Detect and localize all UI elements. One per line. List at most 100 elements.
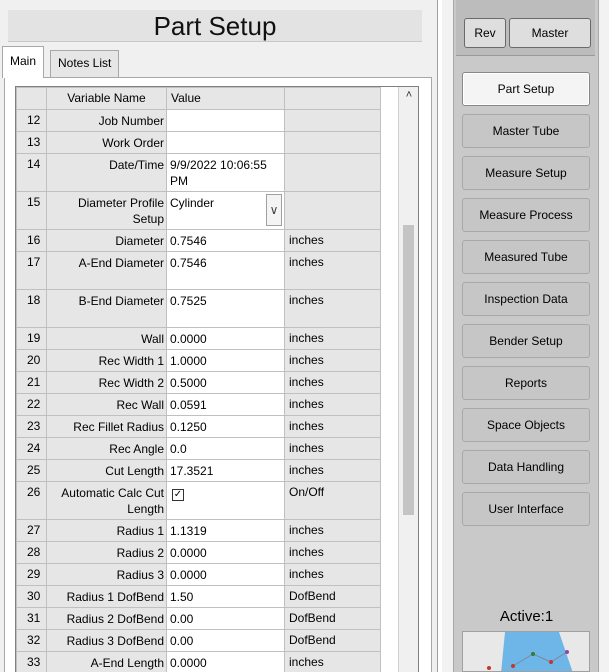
scrollbar-thumb[interactable] <box>403 225 414 515</box>
nav-button-part-setup[interactable]: Part Setup <box>462 72 590 106</box>
nav-button-measure-setup[interactable]: Measure Setup <box>462 156 590 190</box>
table-row: 30 Radius 1 DofBend 1.50 DofBend <box>16 585 381 608</box>
row-number-cell: 16 <box>16 229 47 252</box>
value-cell[interactable]: 0.0000 <box>166 541 285 564</box>
unit-cell: inches <box>284 327 381 350</box>
nav-button-data-handling[interactable]: Data Handling <box>462 450 590 484</box>
unit-cell: On/Off <box>284 481 381 520</box>
table-row: 17 A-End Diameter 0.7546 inches <box>16 251 381 290</box>
tab-notes-list[interactable]: Notes List <box>50 50 120 78</box>
value-cell[interactable]: 0.0000 <box>166 327 285 350</box>
table-row: 29 Radius 3 0.0000 inches <box>16 563 381 586</box>
value-cell[interactable]: 0.00 <box>166 629 285 652</box>
nav-button-measured-tube[interactable]: Measured Tube <box>462 240 590 274</box>
variable-name-cell: Wall <box>46 327 167 350</box>
variable-name-cell: Diameter <box>46 229 167 252</box>
unit-cell: inches <box>284 371 381 394</box>
master-button[interactable]: Master <box>509 18 591 48</box>
tube-preview-thumbnail[interactable] <box>462 631 590 672</box>
value-cell[interactable]: 9/9/2022 10:06:55 PM <box>166 153 285 192</box>
header-unit <box>284 87 381 110</box>
value-text: 0.00 <box>170 634 194 648</box>
value-cell[interactable] <box>166 131 285 154</box>
value-text: 0.0 <box>170 442 187 456</box>
row-number-cell: 29 <box>16 563 47 586</box>
value-text: 0.7525 <box>170 294 207 308</box>
row-number-cell: 26 <box>16 481 47 520</box>
value-cell[interactable]: 1.1319 <box>166 519 285 542</box>
value-cell[interactable]: 1.0000 <box>166 349 285 372</box>
value-cell[interactable]: 0.0000 <box>166 563 285 586</box>
splitter[interactable] <box>442 0 453 672</box>
variable-name-cell: Radius 1 <box>46 519 167 542</box>
value-cell[interactable]: 1.50 <box>166 585 285 608</box>
nav-button-master-tube[interactable]: Master Tube <box>462 114 590 148</box>
page-title: Part Setup <box>153 11 277 41</box>
table-body: 12 Job Number 13 Work Order 14 Date/Time 9/9/2… <box>16 109 381 672</box>
value-text: Cylinder <box>170 196 215 210</box>
rev-button[interactable]: Rev <box>464 18 506 48</box>
unit-cell: inches <box>284 349 381 372</box>
value-cell[interactable]: 0.5000 <box>166 371 285 394</box>
variable-name-cell: Rec Width 2 <box>46 371 167 394</box>
nav-button-user-interface[interactable]: User Interface <box>462 492 590 526</box>
value-text: 0.7546 <box>170 256 207 270</box>
variable-name-cell: Diameter Profile Setup <box>46 191 167 230</box>
value-cell[interactable]: 0.7525 <box>166 289 285 328</box>
header-value: Value <box>166 87 285 110</box>
value-text: 0.0000 <box>170 332 207 346</box>
nav-button-bender-setup[interactable]: Bender Setup <box>462 324 590 358</box>
value-cell[interactable]: 0.00 <box>166 607 285 630</box>
value-cell[interactable] <box>166 109 285 132</box>
value-cell[interactable]: Cylinder ∨ <box>166 191 285 230</box>
unit-cell: inches <box>284 651 381 672</box>
table-row: 31 Radius 2 DofBend 0.00 DofBend <box>16 607 381 630</box>
variable-name-cell: Cut Length <box>46 459 167 482</box>
unit-cell: inches <box>284 289 381 328</box>
value-text: 0.0000 <box>170 546 207 560</box>
table-row: 15 Diameter Profile Setup Cylinder ∨ <box>16 191 381 230</box>
table-row: 24 Rec Angle 0.0 inches <box>16 437 381 460</box>
row-number-cell: 19 <box>16 327 47 350</box>
unit-cell: inches <box>284 251 381 290</box>
value-cell[interactable]: 0.7546 <box>166 229 285 252</box>
nav-button-measure-process[interactable]: Measure Process <box>462 198 590 232</box>
row-number-cell: 22 <box>16 393 47 416</box>
value-text: 0.1250 <box>170 420 207 434</box>
row-number-cell: 18 <box>16 289 47 328</box>
unit-cell <box>284 131 381 154</box>
value-cell[interactable]: 0.0000 <box>166 651 285 672</box>
variable-name-cell: Radius 3 <box>46 563 167 586</box>
nav-button-reports[interactable]: Reports <box>462 366 590 400</box>
value-cell[interactable]: 0.1250 <box>166 415 285 438</box>
vertical-scrollbar[interactable]: ˄ <box>398 87 418 672</box>
header-variable-name: Variable Name <box>46 87 167 110</box>
table-row: 16 Diameter 0.7546 inches <box>16 229 381 252</box>
nav-button-space-objects[interactable]: Space Objects <box>462 408 590 442</box>
value-cell[interactable]: 0.0591 <box>166 393 285 416</box>
tab-main[interactable]: Main <box>2 46 45 78</box>
checkbox-checked-icon[interactable]: ✓ <box>172 489 184 501</box>
table-row: 20 Rec Width 1 1.0000 inches <box>16 349 381 372</box>
value-text: 9/9/2022 10:06:55 PM <box>170 158 267 188</box>
unit-cell: inches <box>284 415 381 438</box>
row-number-cell: 15 <box>16 191 47 230</box>
value-cell[interactable]: 17.3521 <box>166 459 285 482</box>
variable-name-cell: Automatic Calc Cut Length <box>46 481 167 520</box>
value-cell[interactable]: 0.7546 <box>166 251 285 290</box>
variable-name-cell: Rec Angle <box>46 437 167 460</box>
value-cell[interactable]: ✓ <box>166 481 285 520</box>
unit-cell: inches <box>284 541 381 564</box>
chevron-down-icon[interactable]: ∨ <box>266 194 282 226</box>
chevron-up-icon[interactable]: ˄ <box>399 89 418 105</box>
variable-grid: Variable Name Value 12 Job Number 13 Work O… <box>15 86 419 672</box>
table-row: 13 Work Order <box>16 131 381 154</box>
tube-preview-graphic <box>487 632 573 671</box>
variable-name-cell: Rec Width 1 <box>46 349 167 372</box>
nav-button-inspection-data[interactable]: Inspection Data <box>462 282 590 316</box>
value-text: 0.7546 <box>170 234 207 248</box>
value-cell[interactable]: 0.0 <box>166 437 285 460</box>
row-number-cell: 21 <box>16 371 47 394</box>
row-number-cell: 32 <box>16 629 47 652</box>
table-row: 22 Rec Wall 0.0591 inches <box>16 393 381 416</box>
